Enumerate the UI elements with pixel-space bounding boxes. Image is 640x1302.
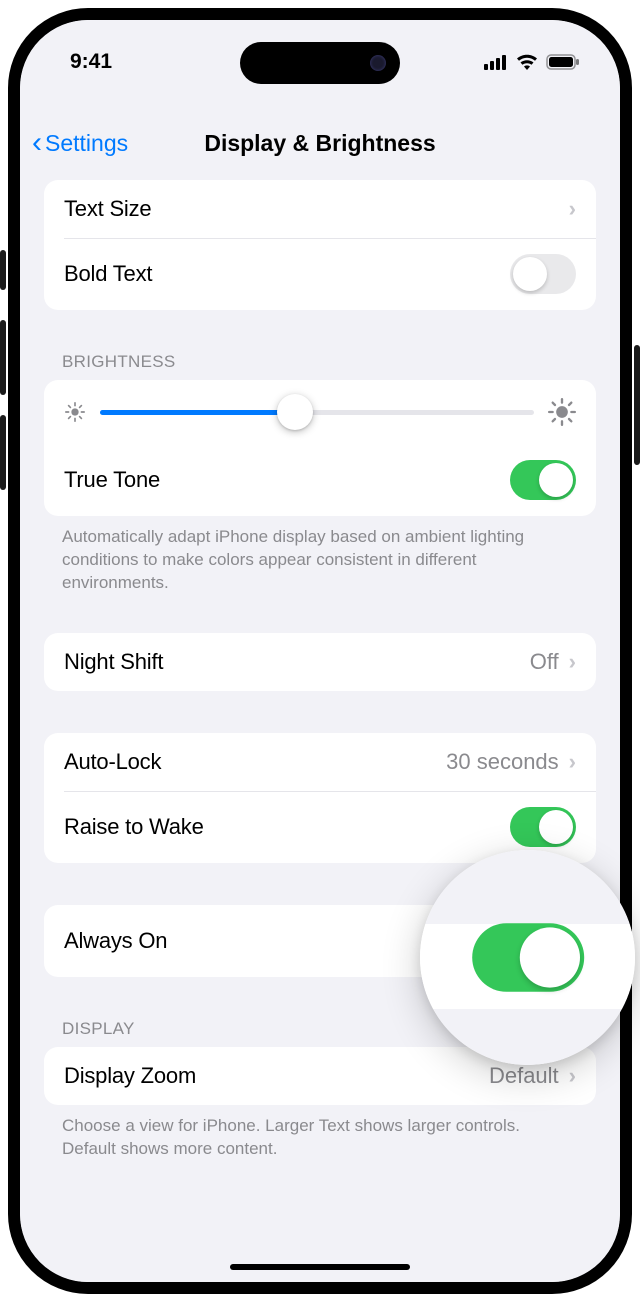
auto-lock-row[interactable]: Auto-Lock 30 seconds › [44, 733, 596, 791]
nav-bar: ‹ Settings Display & Brightness [20, 118, 620, 174]
brightness-group: True Tone [44, 380, 596, 516]
page-title: Display & Brightness [204, 130, 435, 157]
chevron-right-icon: › [569, 749, 576, 775]
true-tone-row: True Tone [44, 444, 596, 516]
bold-text-row: Bold Text [44, 238, 596, 310]
raise-to-wake-toggle[interactable] [510, 807, 576, 847]
bold-text-toggle[interactable] [510, 254, 576, 294]
night-shift-group: Night Shift Off › [44, 633, 596, 691]
sun-large-icon [548, 398, 576, 426]
night-shift-value: Off [530, 649, 559, 675]
brightness-slider[interactable] [100, 410, 534, 415]
night-shift-row[interactable]: Night Shift Off › [44, 633, 596, 691]
phone-frame: 9:41 [8, 8, 632, 1294]
brightness-slider-row [44, 380, 596, 444]
sun-small-icon [64, 401, 86, 423]
dynamic-island [240, 42, 400, 84]
battery-icon [546, 54, 580, 70]
auto-lock-label: Auto-Lock [64, 749, 161, 775]
text-settings-group: Text Size › Bold Text [44, 180, 596, 310]
brightness-footer: Automatically adapt iPhone display based… [44, 516, 596, 595]
wifi-icon [516, 54, 538, 70]
text-size-label: Text Size [64, 196, 151, 222]
always-on-label: Always On [64, 928, 167, 954]
status-time: 9:41 [70, 50, 112, 74]
home-indicator[interactable] [230, 1264, 410, 1270]
chevron-left-icon: ‹ [32, 128, 42, 158]
night-shift-label: Night Shift [64, 649, 163, 675]
raise-to-wake-label: Raise to Wake [64, 814, 204, 840]
display-zoom-label: Display Zoom [64, 1063, 196, 1089]
slider-thumb[interactable] [277, 394, 313, 430]
true-tone-toggle[interactable] [510, 460, 576, 500]
chevron-right-icon: › [569, 649, 576, 675]
back-label: Settings [45, 130, 128, 157]
text-size-row[interactable]: Text Size › [44, 180, 596, 238]
always-on-toggle-magnified [472, 923, 584, 992]
magnifier-overlay [420, 850, 635, 1065]
cellular-icon [484, 54, 508, 70]
bold-text-label: Bold Text [64, 261, 152, 287]
chevron-right-icon: › [569, 1063, 576, 1089]
display-footer: Choose a view for iPhone. Larger Text sh… [44, 1105, 596, 1161]
settings-content: Text Size › Bold Text BRIGHTNESS [20, 180, 620, 1282]
chevron-right-icon: › [569, 196, 576, 222]
back-button[interactable]: ‹ Settings [32, 128, 128, 158]
brightness-header: BRIGHTNESS [44, 352, 596, 380]
true-tone-label: True Tone [64, 467, 160, 493]
auto-lock-value: 30 seconds [446, 749, 559, 775]
display-zoom-value: Default [489, 1063, 559, 1089]
lock-group: Auto-Lock 30 seconds › Raise to Wake [44, 733, 596, 863]
